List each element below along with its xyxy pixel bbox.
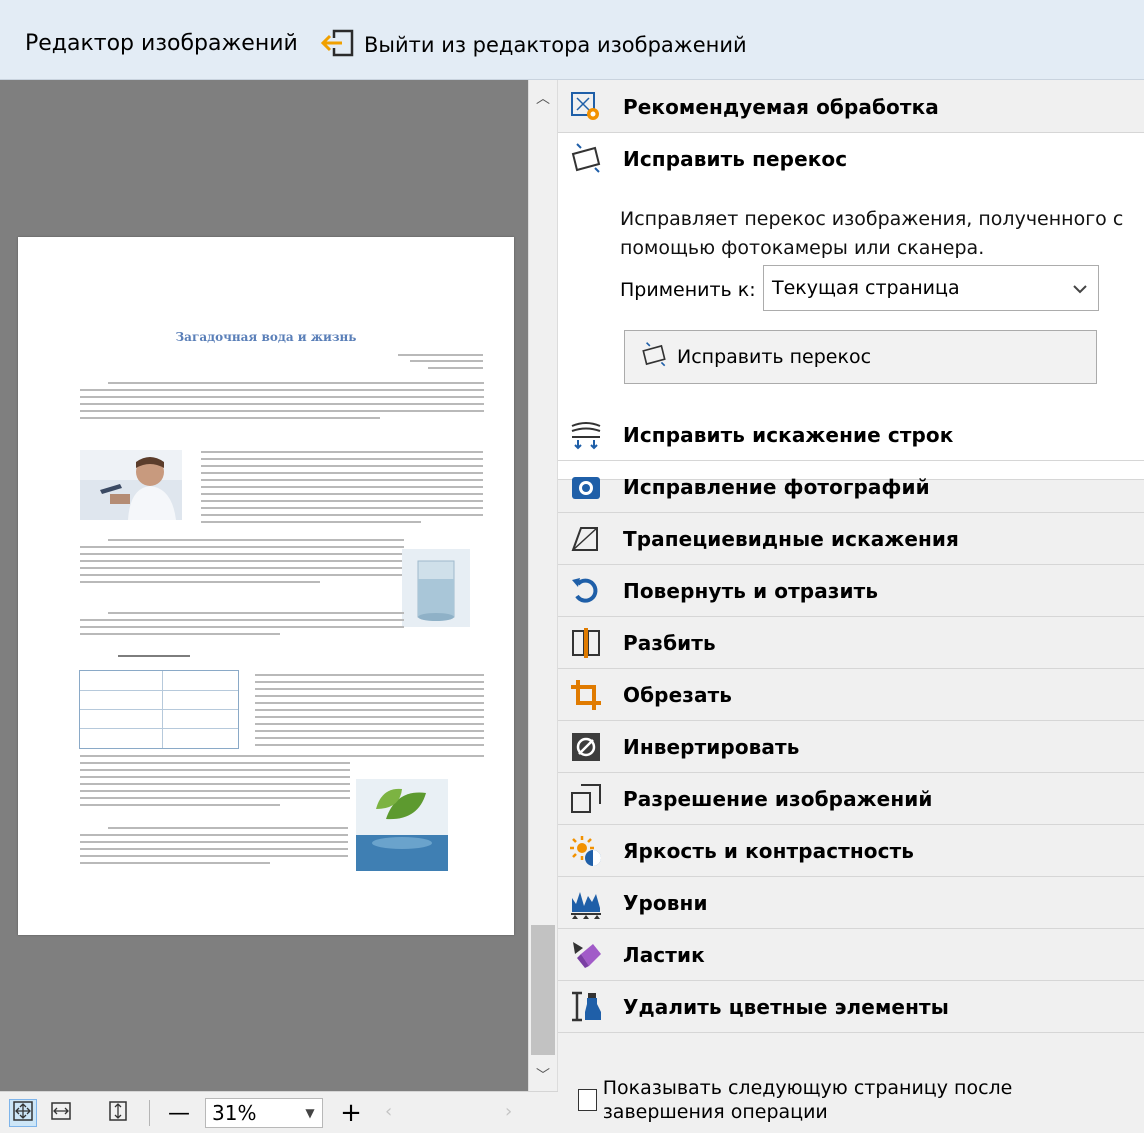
tool-label: Исправление фотографий: [623, 474, 930, 499]
zoom-level-value: 31%: [212, 1101, 257, 1125]
exit-editor-button[interactable]: Выйти из редактора изображений: [320, 28, 747, 62]
tool-photo-correction[interactable]: Исправление фотографий: [558, 461, 1144, 513]
zoom-in-button[interactable]: +: [337, 1098, 365, 1128]
crop-icon: [562, 675, 610, 715]
chevron-down-icon: [1062, 279, 1098, 298]
scroll-up-icon[interactable]: ︿: [529, 88, 557, 108]
water-glass-thumbnail: [402, 549, 470, 627]
tool-straighten-lines[interactable]: Исправить искажение строк: [558, 409, 1144, 461]
show-next-page-label: Показывать следующую страницу после заве…: [602, 1077, 1013, 1123]
tool-label: Рекомендуемая обработка: [623, 94, 939, 119]
fit-width-button[interactable]: [47, 1099, 75, 1127]
boy-photo-thumbnail: [80, 450, 182, 520]
deskew-icon: [562, 139, 610, 179]
remove-color-icon: [562, 987, 610, 1027]
split-icon: [562, 623, 610, 663]
auto-process-icon: [562, 87, 610, 127]
scroll-down-icon[interactable]: ﹀: [529, 1065, 557, 1085]
tool-crop[interactable]: Обрезать: [558, 669, 1144, 721]
tool-label: Яркость и контрастность: [623, 838, 915, 863]
scrollbar-thumb[interactable]: [531, 925, 555, 1055]
tool-label: Инвертировать: [623, 734, 800, 759]
tool-label: Обрезать: [623, 682, 733, 707]
deskew-apply-label: Исправить перекос: [677, 346, 872, 368]
levels-icon: [562, 883, 610, 923]
exit-icon: [320, 28, 364, 62]
document-page-thumbnail: Загадочная вода и жизнь: [18, 237, 514, 935]
fit-height-button[interactable]: [104, 1099, 132, 1127]
preview-toolbar: — 31% ▼ + ‹ ›: [0, 1091, 558, 1133]
water-leaf-thumbnail: [356, 779, 448, 871]
scroll-left-icon[interactable]: ‹: [385, 1101, 392, 1122]
tool-label: Разрешение изображений: [623, 786, 933, 811]
fit-width-icon: [50, 1100, 72, 1126]
straighten-lines-icon: [562, 415, 610, 455]
tool-rotate-flip[interactable]: Повернуть и отразить: [558, 565, 1144, 617]
trapezoid-icon: [562, 519, 610, 559]
app-title: Редактор изображений: [25, 31, 298, 56]
tool-brightness-contrast[interactable]: Яркость и контрастность: [558, 825, 1144, 877]
tool-label: Повернуть и отразить: [623, 578, 879, 603]
scroll-right-icon[interactable]: ›: [505, 1101, 512, 1122]
document-table-thumbnail: [79, 670, 239, 749]
tool-split[interactable]: Разбить: [558, 617, 1144, 669]
tool-levels[interactable]: Уровни: [558, 877, 1144, 929]
rotate-icon: [562, 571, 610, 611]
tool-eraser[interactable]: Ластик: [558, 929, 1144, 981]
camera-icon: [562, 467, 610, 507]
tool-label: Трапециевидные искажения: [623, 526, 959, 551]
show-next-page-checkbox[interactable]: [578, 1089, 597, 1111]
apply-to-label: Применить к:: [620, 279, 756, 301]
zoom-out-button[interactable]: —: [165, 1099, 193, 1127]
tool-remove-color[interactable]: Удалить цветные элементы: [558, 981, 1144, 1033]
tool-recommended-processing[interactable]: Рекомендуемая обработка: [558, 81, 1144, 133]
tool-image-resolution[interactable]: Разрешение изображений: [558, 773, 1144, 825]
tool-label: Уровни: [623, 890, 708, 915]
image-tools-panel: Рекомендуемая обработка Исправить переко…: [558, 80, 1144, 1133]
eraser-icon: [562, 935, 610, 975]
tool-label: Исправить перекос: [623, 147, 848, 171]
deskew-apply-button[interactable]: Исправить перекос: [624, 330, 1097, 384]
tool-invert[interactable]: Инвертировать: [558, 721, 1144, 773]
tool-deskew[interactable]: Исправить перекос: [558, 133, 1144, 185]
apply-to-value: Текущая страница: [772, 277, 960, 299]
tools-scrollbar[interactable]: ︿ ﹀: [528, 80, 558, 1091]
zoom-level-select[interactable]: 31% ▼: [205, 1098, 323, 1128]
fit-page-button[interactable]: [9, 1099, 37, 1127]
exit-editor-label: Выйти из редактора изображений: [364, 33, 747, 57]
editor-header: Редактор изображений Выйти из редактора …: [0, 0, 1144, 80]
tool-label: Ластик: [623, 942, 705, 967]
tool-trapezoid-correction[interactable]: Трапециевидные искажения: [558, 513, 1144, 565]
invert-icon: [562, 727, 610, 767]
tool-label: Удалить цветные элементы: [623, 994, 949, 1019]
deskew-icon: [639, 341, 669, 373]
resolution-icon: [562, 779, 610, 819]
deskew-description: Исправляет перекос изображения, полученн…: [620, 208, 1124, 259]
tool-label: Исправить искажение строк: [623, 422, 954, 447]
apply-to-select[interactable]: Текущая страница: [763, 265, 1099, 311]
fit-height-icon: [107, 1100, 129, 1126]
show-next-page-option[interactable]: Показывать следующую страницу после заве…: [578, 1076, 1138, 1124]
brightness-icon: [562, 831, 610, 871]
fit-page-icon: [12, 1100, 34, 1126]
image-preview-area[interactable]: Загадочная вода и жизнь: [0, 80, 528, 1091]
document-page-title: Загадочная вода и жизнь: [175, 330, 357, 344]
tool-label: Разбить: [623, 630, 716, 655]
chevron-down-icon: ▼: [305, 1106, 315, 1120]
